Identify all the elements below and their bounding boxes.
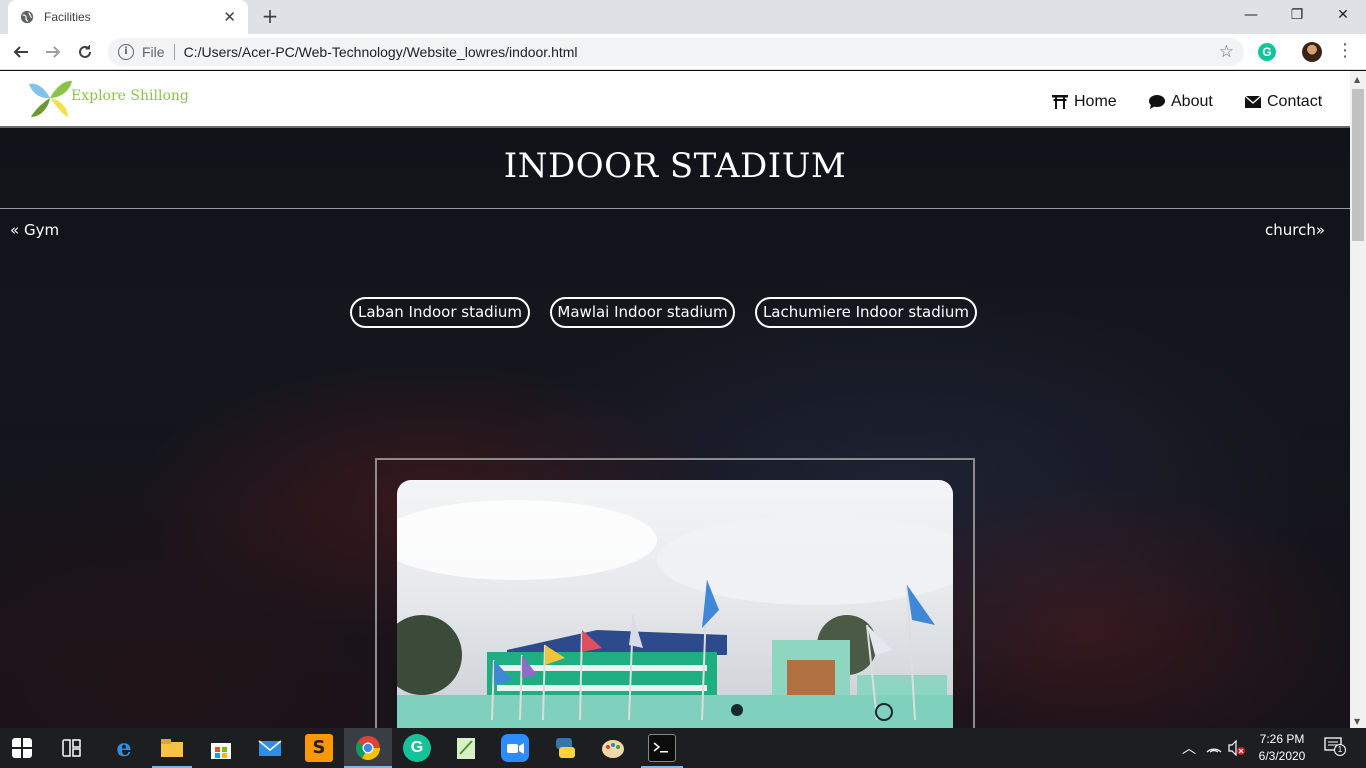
leaf-logo-icon[interactable] [28, 77, 74, 119]
stadium-button-lachumiere[interactable]: Lachumiere Indoor stadium [755, 297, 977, 328]
logo-text[interactable]: Explore Shillong [71, 88, 189, 104]
profile-avatar[interactable] [1302, 42, 1322, 62]
menu-dots-icon[interactable]: ⋮ [1336, 40, 1354, 61]
file-explorer-icon[interactable] [158, 734, 186, 762]
windows-start-icon[interactable] [12, 738, 32, 758]
clock-time: 7:26 PM [1259, 732, 1305, 746]
scroll-up-icon[interactable]: ▲ [1354, 75, 1360, 84]
page-title: INDOOR STADIUM [503, 146, 847, 186]
notification-count-badge: 1 [1334, 744, 1346, 756]
address-bar[interactable]: i File C:/Users/Acer-PC/Web-Technology/W… [108, 38, 1244, 66]
wifi-icon[interactable] [1206, 740, 1222, 754]
url-scheme: File [142, 44, 175, 60]
speech-bubble-icon [1149, 95, 1165, 109]
close-window-button[interactable]: ✕ [1320, 0, 1366, 30]
double-chevron-right-icon: » [1315, 221, 1326, 239]
close-tab-icon[interactable]: ✕ [223, 8, 236, 26]
mail-icon[interactable] [256, 734, 284, 762]
system-clock[interactable]: 7:26 PM 6/3/2020 [1250, 731, 1314, 765]
nav-home-label: Home [1074, 93, 1117, 110]
stadium-button-laban[interactable]: Laban Indoor stadium [350, 297, 530, 328]
edge-browser-icon[interactable]: e [110, 734, 138, 762]
grammarly-extension-icon[interactable]: G [1258, 43, 1276, 61]
chrome-icon[interactable] [354, 734, 382, 762]
prev-page-label: Gym [23, 221, 60, 239]
grammarly-icon[interactable]: G [403, 734, 431, 762]
action-center-icon[interactable]: 1 [1324, 736, 1346, 760]
nav-contact-label: Contact [1267, 93, 1323, 110]
double-chevron-left-icon: « [10, 221, 20, 239]
nav-about[interactable]: About [1149, 93, 1213, 111]
windows-taskbar: e S G ︿ 7:26 PM 6/3/2020 1 [0, 728, 1366, 768]
stadium-photo [397, 480, 953, 728]
nav-home[interactable]: Home [1052, 93, 1117, 111]
browser-tab[interactable]: Facilities ✕ [8, 0, 248, 34]
volume-muted-icon[interactable] [1228, 740, 1246, 756]
chevron-up-icon[interactable]: ︿ [1182, 738, 1196, 758]
store-icon[interactable] [207, 734, 235, 762]
sublime-text-icon[interactable]: S [305, 734, 333, 762]
envelope-icon [1245, 96, 1261, 108]
scrollbar-thumb[interactable] [1352, 89, 1364, 241]
paint-icon[interactable] [599, 734, 627, 762]
page-viewport: Explore Shillong Home About Contact INDO… [0, 71, 1350, 728]
page-scrollbar[interactable]: ▲ ▼ [1350, 71, 1366, 728]
back-arrow-icon[interactable] [8, 39, 34, 65]
browser-tab-strip: Facilities ✕ + — ❐ ✕ [0, 0, 1366, 34]
globe-icon [20, 10, 34, 24]
browser-toolbar: i File C:/Users/Acer-PC/Web-Technology/W… [0, 34, 1366, 70]
stadium-photo-frame [375, 458, 975, 728]
python-icon[interactable] [551, 734, 579, 762]
next-page-link[interactable]: church» [1265, 221, 1325, 239]
site-header: Explore Shillong Home About Contact [0, 71, 1350, 128]
torii-gate-icon [1052, 95, 1068, 109]
tab-title: Facilities [44, 10, 91, 24]
reload-icon[interactable] [72, 39, 98, 65]
next-page-label: church [1265, 221, 1316, 239]
stadium-button-mawlai[interactable]: Mawlai Indoor stadium [550, 297, 735, 328]
forward-arrow-icon[interactable] [40, 39, 66, 65]
terminal-icon[interactable] [648, 734, 676, 762]
minimize-button[interactable]: — [1228, 0, 1274, 30]
notepad-icon[interactable] [452, 734, 480, 762]
scroll-down-icon[interactable]: ▼ [1354, 717, 1360, 726]
title-divider [0, 208, 1350, 209]
info-icon[interactable]: i [118, 44, 134, 60]
task-view-icon[interactable] [62, 739, 82, 757]
prev-page-link[interactable]: « Gym [10, 221, 59, 239]
nav-contact[interactable]: Contact [1245, 93, 1322, 111]
nav-about-label: About [1171, 93, 1213, 110]
new-tab-button[interactable]: + [258, 4, 282, 28]
clock-date: 6/3/2020 [1258, 749, 1306, 763]
zoom-icon[interactable] [501, 734, 529, 762]
restore-button[interactable]: ❐ [1274, 0, 1320, 30]
bookmark-star-icon[interactable]: ☆ [1219, 42, 1234, 62]
url-text[interactable]: C:/Users/Acer-PC/Web-Technology/Website_… [184, 44, 1219, 60]
